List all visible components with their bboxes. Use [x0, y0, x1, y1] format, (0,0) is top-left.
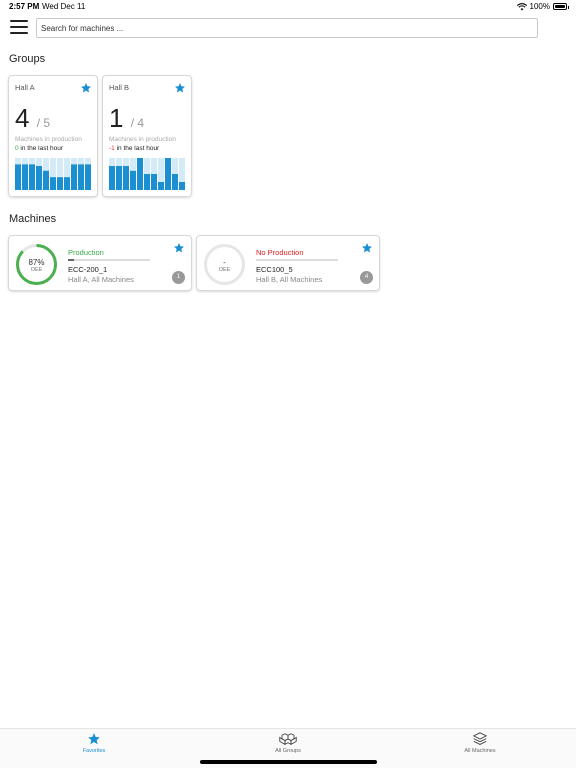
- favorite-star-icon[interactable]: [173, 242, 185, 254]
- running-count-value: 1: [109, 103, 124, 133]
- home-indicator: [200, 760, 377, 764]
- oee-value: -: [223, 258, 226, 267]
- total-count: / 4: [130, 116, 145, 130]
- machine-progress-bar: [256, 259, 338, 261]
- production-bar: [22, 164, 28, 190]
- machine-name: ECC100_5: [256, 265, 293, 274]
- production-bar: [158, 182, 164, 190]
- favorite-star-icon[interactable]: [174, 82, 186, 94]
- layers-icon: [472, 732, 488, 745]
- oee-gauge: 87% OEE: [15, 243, 58, 286]
- battery-percent: 100%: [529, 2, 550, 11]
- production-bar: [179, 182, 185, 190]
- production-bar: [78, 164, 84, 190]
- total-count: / 5: [36, 116, 51, 130]
- top-bar: [0, 16, 576, 42]
- group-icon: [279, 733, 297, 745]
- machine-location: Hall B, All Machines: [256, 275, 323, 284]
- oee-value: 87%: [28, 258, 45, 267]
- star-icon: [88, 733, 100, 745]
- machines-section-title: Machines: [9, 213, 57, 225]
- production-bar: [109, 166, 115, 190]
- hamburger-icon-line: [10, 20, 28, 22]
- group-subtitle: Machines in production: [109, 136, 176, 143]
- production-bar: [137, 158, 143, 190]
- group-delta-text: in the last hour: [18, 145, 64, 152]
- production-bar: [36, 166, 42, 190]
- production-bar: [71, 164, 77, 190]
- tab-label: All Groups: [275, 748, 301, 754]
- status-date: Wed Dec 11: [42, 2, 86, 11]
- group-name: Hall A: [15, 83, 35, 92]
- production-bar: [151, 174, 157, 190]
- production-bar: [29, 164, 35, 190]
- wifi-icon: [516, 2, 527, 10]
- groups-section-title: Groups: [9, 53, 46, 65]
- search-input[interactable]: [36, 18, 538, 38]
- tab-all-machines[interactable]: All Machines: [440, 732, 520, 754]
- group-subtitle: Machines in production: [15, 136, 82, 143]
- menu-button[interactable]: [10, 20, 28, 34]
- production-bar: [85, 164, 91, 190]
- machine-state: Production: [68, 248, 104, 257]
- group-delta-text: in the last hour: [114, 145, 160, 152]
- tab-label: All Machines: [464, 748, 496, 754]
- tab-favorites[interactable]: Favorites: [54, 732, 134, 754]
- notification-badge: 1: [172, 271, 185, 284]
- status-time: 2:57 PM: [9, 2, 40, 11]
- oee-gauge: - OEE: [203, 243, 246, 286]
- production-history-chart: [15, 158, 91, 190]
- oee-label: OEE: [218, 267, 231, 273]
- group-running-count: 4 / 5: [15, 104, 50, 137]
- production-bar: [123, 166, 129, 190]
- machine-card-ecc100-5[interactable]: - OEE No Production ECC100_5 Hall B, All…: [197, 236, 379, 290]
- production-bar: [144, 174, 150, 190]
- status-right: 100%: [516, 2, 569, 11]
- machine-location: Hall A, All Machines: [68, 275, 134, 284]
- running-count-value: 4: [15, 103, 30, 133]
- production-bar: [43, 170, 49, 190]
- production-bar: [172, 174, 178, 190]
- group-running-count: 1 / 4: [109, 104, 144, 137]
- production-bar: [116, 166, 122, 190]
- production-bar: [50, 177, 56, 190]
- machine-name: ECC-200_1: [68, 265, 108, 274]
- tab-label: Favorites: [82, 748, 106, 754]
- group-delta-line: 0 in the last hour: [15, 145, 63, 152]
- production-bar: [57, 177, 63, 190]
- group-card-hall-a[interactable]: Hall A 4 / 5 Machines in production 0 in…: [9, 76, 97, 196]
- machine-state: No Production: [256, 248, 304, 257]
- oee-label: OEE: [30, 267, 43, 273]
- status-bar: 2:57 PM Wed Dec 11 100%: [0, 0, 576, 14]
- production-bar: [165, 158, 171, 190]
- notification-badge: 4: [360, 271, 373, 284]
- group-delta-line: -1 in the last hour: [109, 145, 159, 152]
- hamburger-icon-line: [10, 26, 28, 28]
- favorite-star-icon[interactable]: [80, 82, 92, 94]
- group-name: Hall B: [109, 83, 130, 92]
- hamburger-icon-line: [10, 32, 28, 34]
- machine-progress-bar: [68, 259, 150, 261]
- favorite-star-icon[interactable]: [361, 242, 373, 254]
- group-card-hall-b[interactable]: Hall B 1 / 4 Machines in production -1 i…: [103, 76, 191, 196]
- machine-card-ecc-200-1[interactable]: 87% OEE Production ECC-200_1 Hall A, All…: [9, 236, 191, 290]
- production-bar: [130, 170, 136, 190]
- battery-icon: [553, 3, 569, 10]
- tab-all-groups[interactable]: All Groups: [248, 732, 328, 754]
- production-bar: [64, 177, 70, 190]
- production-history-chart: [109, 158, 185, 190]
- production-bar: [15, 164, 21, 190]
